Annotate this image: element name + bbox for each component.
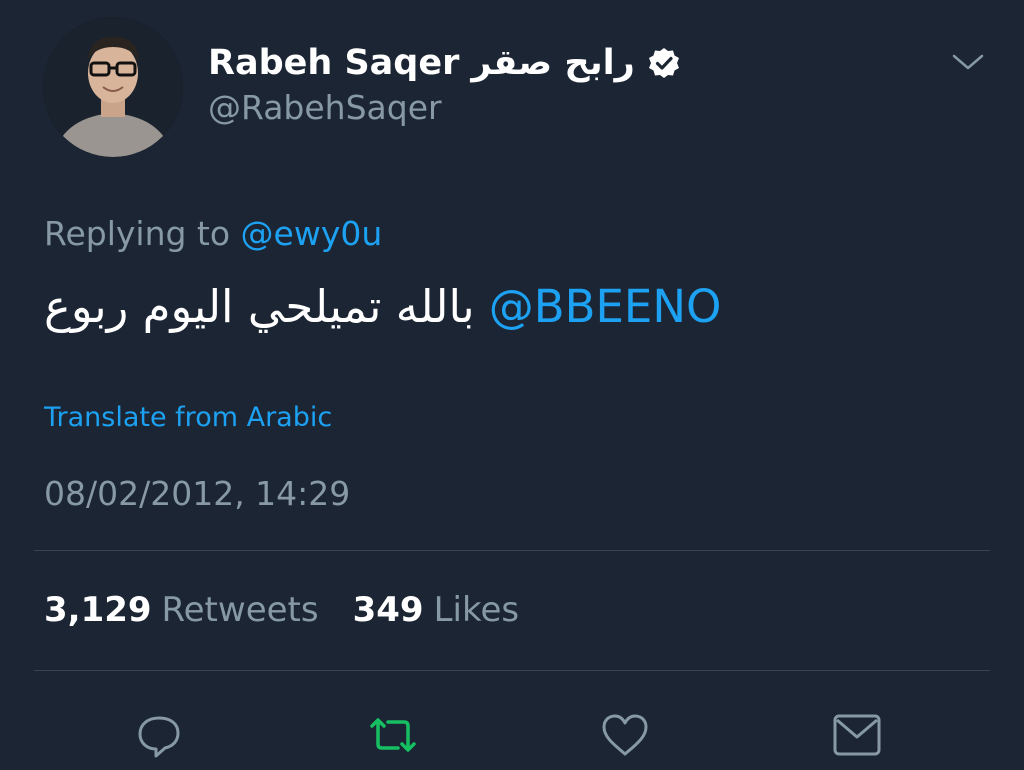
avatar-image	[43, 17, 183, 157]
reply-icon	[138, 716, 180, 758]
retweet-icon	[370, 718, 416, 752]
retweet-button[interactable]	[366, 708, 420, 762]
avatar[interactable]	[43, 17, 183, 157]
tweet-detail-view: Rabeh Saqer رابح صقر @RabehSaqer Replyin…	[0, 0, 1024, 770]
verified-badge-icon	[647, 46, 681, 80]
user-handle[interactable]: @RabehSaqer	[208, 88, 442, 127]
envelope-icon	[833, 714, 881, 756]
likes-count[interactable]: 349	[353, 590, 424, 630]
translate-link[interactable]: Translate from Arabic	[44, 402, 332, 433]
display-name-row: Rabeh Saqer رابح صقر	[208, 40, 681, 86]
divider	[34, 670, 990, 671]
display-name-latin[interactable]: Rabeh Saqer	[208, 43, 459, 83]
engagement-stats: 3,129 Retweets 349 Likes	[44, 590, 519, 630]
chevron-down-icon[interactable]	[950, 50, 986, 74]
tweet-body-arabic: بالله تميلحي اليوم ربوع	[44, 280, 475, 333]
retweets-count[interactable]: 3,129	[44, 590, 152, 630]
tweet-mention[interactable]: @BBEENO	[489, 280, 722, 333]
retweets-label[interactable]: Retweets	[162, 590, 319, 630]
divider	[34, 550, 990, 551]
likes-label[interactable]: Likes	[434, 590, 520, 630]
replying-to-mention[interactable]: @ewy0u	[241, 214, 383, 253]
direct-message-button[interactable]	[830, 708, 884, 762]
tweet-timestamp: 08/02/2012, 14:29	[44, 474, 351, 513]
replying-to-line: Replying to @ewy0u	[44, 214, 382, 253]
heart-icon	[602, 714, 648, 756]
replying-to-label: Replying to	[44, 214, 231, 253]
like-button[interactable]	[598, 708, 652, 762]
display-name-arabic[interactable]: رابح صقر	[471, 43, 634, 83]
reply-button[interactable]	[132, 708, 186, 762]
tweet-text: @BBEENO بالله تميلحي اليوم ربوع	[44, 280, 721, 333]
